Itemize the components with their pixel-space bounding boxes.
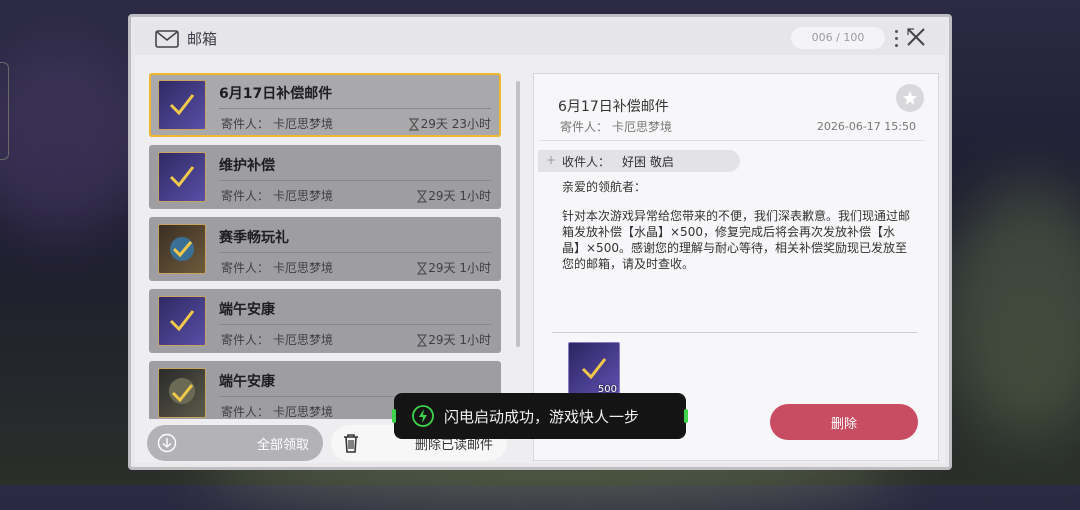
mail-item-sender-label: 寄件人： (221, 261, 270, 275)
mail-item-expiry: 29天 23小时 (420, 117, 491, 131)
mail-detail-sender-label: 寄件人： (560, 120, 609, 134)
mail-item-thumbnail (158, 368, 206, 418)
toast-text: 闪电启动成功，游戏快人一步 (444, 408, 640, 426)
hourglass-icon (416, 332, 428, 351)
mail-item[interactable]: 维护补偿 寄件人： 卡厄思梦境 29天 1小时 (149, 145, 501, 209)
mail-detail-title: 6月17日补偿邮件 (558, 99, 669, 115)
mail-item-sender-label: 寄件人： (221, 189, 270, 203)
plus-icon: + (546, 153, 557, 167)
claim-all-button[interactable]: 全部领取 (147, 425, 323, 461)
mail-item-sender: 卡厄思梦境 (273, 189, 334, 203)
mail-item-thumbnail (158, 224, 206, 274)
mail-item-sender-label: 寄件人： (221, 117, 270, 131)
recipient-bar: + 收件人： 好困 敬启 (538, 150, 740, 172)
mail-item-thumbnail (158, 296, 206, 346)
close-icon[interactable] (906, 27, 926, 47)
claim-all-label: 全部领取 (256, 438, 309, 453)
mail-item-expiry: 29天 1小时 (428, 261, 491, 275)
mail-item[interactable]: 6月17日补偿邮件 寄件人： 卡厄思梦境 29天 23小时 (149, 73, 501, 137)
delete-label: 删除 (830, 417, 857, 432)
recipient-label: 收件人： (562, 155, 611, 169)
more-options-icon[interactable] (894, 30, 898, 48)
divider (540, 140, 924, 141)
recipient-name: 好困 敬启 (622, 155, 674, 169)
hourglass-icon (416, 260, 428, 279)
delete-button[interactable]: 删除 (770, 404, 918, 440)
mail-item-name: 赛季畅玩礼 (219, 230, 289, 246)
mail-greeting: 亲爱的领航者： (562, 180, 647, 194)
mail-detail-sender: 卡厄思梦境 (612, 120, 673, 134)
mail-body: 针对本次游戏异常给您带来的不便，我们深表歉意。我们现通过邮箱发放补偿【水晶】×5… (562, 209, 911, 271)
hourglass-icon (416, 188, 428, 207)
mail-item-thumbnail (158, 152, 206, 202)
mail-item-thumbnail (158, 80, 206, 130)
mailbox-header: 邮箱 006 / 100 (135, 21, 945, 55)
divider (552, 332, 918, 333)
mail-item-sender-label: 寄件人： (221, 405, 270, 419)
mail-item-expiry: 29天 1小时 (428, 333, 491, 347)
toast-accent (684, 409, 688, 423)
star-icon (903, 91, 917, 105)
toast-accent (392, 409, 396, 423)
background-blur (940, 180, 1080, 440)
mail-item-sender: 卡厄思梦境 (273, 405, 334, 419)
divider (219, 108, 491, 109)
lightning-icon (412, 405, 434, 431)
mail-item-name: 6月17日补偿邮件 (219, 86, 333, 102)
mail-item[interactable]: 端午安康 寄件人： 卡厄思梦境 29天 1小时 (149, 289, 501, 353)
favorite-button[interactable] (896, 84, 924, 112)
mail-item[interactable]: 赛季畅玩礼 寄件人： 卡厄思梦境 29天 1小时 (149, 217, 501, 281)
hourglass-icon (408, 116, 420, 135)
mail-item-sender: 卡厄思梦境 (273, 333, 334, 347)
mailbox-title: 邮箱 (187, 30, 218, 48)
divider (219, 252, 491, 253)
divider (219, 324, 491, 325)
mail-item-name: 端午安康 (219, 374, 275, 390)
mail-counter: 006 / 100 (791, 27, 885, 49)
side-handle[interactable] (0, 62, 9, 160)
mail-item-sender: 卡厄思梦境 (273, 261, 334, 275)
mail-item-name: 端午安康 (219, 302, 275, 318)
divider (219, 180, 491, 181)
mail-list[interactable]: 6月17日补偿邮件 寄件人： 卡厄思梦境 29天 23小时 维护补偿 寄件人： … (147, 71, 503, 419)
trash-icon (343, 433, 359, 457)
mail-list-scrollbar[interactable] (516, 81, 520, 347)
reward-item-crystal[interactable]: 500 (568, 342, 620, 395)
mail-item-sender-label: 寄件人： (221, 333, 270, 347)
envelope-icon (155, 30, 179, 52)
mail-item-name: 维护补偿 (219, 158, 275, 174)
mail-detail-date: 2026-06-17 15:50 (816, 120, 916, 133)
mail-item-sender: 卡厄思梦境 (273, 117, 334, 131)
mail-item-expiry: 29天 1小时 (428, 189, 491, 203)
download-circle-icon (157, 433, 177, 457)
toast-notification: 闪电启动成功，游戏快人一步 (392, 393, 688, 439)
